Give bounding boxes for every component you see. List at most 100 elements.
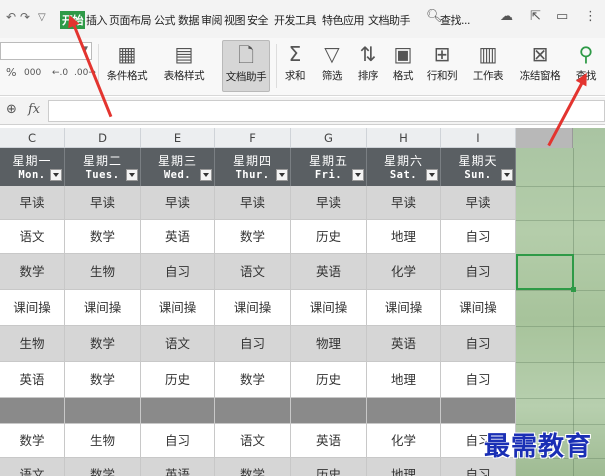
table-cell[interactable]: 课间操 — [441, 290, 516, 326]
table-cell[interactable]: 生物 — [65, 254, 141, 290]
table-cell[interactable]: 数学 — [0, 254, 65, 290]
table-cell[interactable]: 地理 — [367, 362, 441, 398]
filter-dropdown-icon[interactable] — [126, 169, 138, 181]
worksheet-button[interactable]: ▥ 工作表 — [468, 40, 508, 92]
table-cell[interactable]: 英语 — [141, 458, 215, 476]
tab-page-layout[interactable]: 页面布局 — [109, 12, 152, 28]
table-cell[interactable]: 语文 — [0, 220, 65, 254]
table-cell[interactable]: 英语 — [291, 424, 367, 458]
tab-doc-assistant[interactable]: 文档助手 — [368, 12, 411, 28]
table-cell[interactable]: 语文 — [0, 458, 65, 476]
filter-dropdown-icon[interactable] — [50, 169, 62, 181]
table-cell[interactable]: 英语 — [291, 254, 367, 290]
table-cell[interactable]: 历史 — [291, 458, 367, 476]
font-size-combobox[interactable]: ▾ — [0, 42, 92, 60]
rows-columns-button[interactable]: ⊞ 行和列 — [422, 40, 462, 92]
table-cell[interactable]: 早读 — [0, 186, 65, 220]
undo-icon[interactable]: ↶ — [6, 10, 16, 24]
table-cell[interactable]: 数学 — [215, 220, 291, 254]
table-cell[interactable]: 数学 — [215, 362, 291, 398]
filter-dropdown-icon[interactable] — [200, 169, 212, 181]
table-cell[interactable]: 课间操 — [65, 290, 141, 326]
table-cell[interactable]: 历史 — [291, 220, 367, 254]
table-cell[interactable]: 物理 — [291, 326, 367, 362]
filter-dropdown-icon[interactable] — [352, 169, 364, 181]
increase-decimal-button[interactable]: ←.0 — [52, 68, 68, 78]
table-cell[interactable]: 早读 — [215, 186, 291, 220]
table-cell[interactable]: 数学 — [65, 220, 141, 254]
table-cell[interactable]: 自习 — [215, 326, 291, 362]
tab-security[interactable]: 安全 — [247, 12, 269, 28]
table-cell[interactable] — [0, 398, 65, 424]
tab-formula[interactable]: 公式 — [154, 12, 176, 28]
table-cell[interactable]: 早读 — [291, 186, 367, 220]
filter-button[interactable]: ▽ 筛选 — [316, 40, 348, 92]
redo-icon[interactable]: ↷ — [20, 10, 30, 24]
table-cell[interactable]: 课间操 — [367, 290, 441, 326]
table-cell[interactable]: 语文 — [141, 326, 215, 362]
table-cell[interactable]: 地理 — [367, 220, 441, 254]
tab-developer[interactable]: 开发工具 — [274, 12, 317, 28]
column-header-e[interactable]: E — [141, 128, 215, 148]
tab-insert[interactable]: 插入 — [86, 12, 108, 28]
format-button[interactable]: ▣ 格式 — [388, 40, 418, 92]
column-header-c[interactable]: C — [0, 128, 65, 148]
table-cell[interactable]: 自习 — [141, 424, 215, 458]
table-cell[interactable]: 英语 — [367, 326, 441, 362]
table-cell[interactable] — [291, 398, 367, 424]
table-cell[interactable]: 英语 — [0, 362, 65, 398]
fx-icon[interactable]: fx — [28, 102, 40, 117]
table-cell[interactable]: 历史 — [291, 362, 367, 398]
tab-special[interactable]: 特色应用 — [322, 12, 365, 28]
table-cell[interactable]: 早读 — [141, 186, 215, 220]
conditional-format-button[interactable]: ▦ 条件格式 — [102, 40, 152, 92]
table-cell[interactable] — [441, 398, 516, 424]
table-cell[interactable]: 生物 — [0, 326, 65, 362]
sum-button[interactable]: Σ 求和 — [280, 40, 310, 92]
table-cell[interactable]: 生物 — [65, 424, 141, 458]
column-header-f[interactable]: F — [215, 128, 291, 148]
filter-dropdown-icon[interactable] — [276, 169, 288, 181]
sort-button[interactable]: ⇅ 排序 — [352, 40, 384, 92]
column-header-d[interactable]: D — [65, 128, 141, 148]
table-cell[interactable]: 课间操 — [0, 290, 65, 326]
table-cell[interactable]: 数学 — [0, 424, 65, 458]
tab-data[interactable]: 数据 — [178, 12, 200, 28]
table-cell[interactable]: 化学 — [367, 424, 441, 458]
table-cell[interactable]: 语文 — [215, 254, 291, 290]
column-header-j[interactable] — [516, 128, 573, 148]
table-cell[interactable]: 化学 — [367, 254, 441, 290]
cloud-sync-icon[interactable]: ☁ — [500, 9, 513, 24]
table-cell[interactable]: 数学 — [65, 326, 141, 362]
table-cell[interactable]: 数学 — [65, 362, 141, 398]
customize-chevron-icon[interactable]: ▽ — [38, 12, 46, 23]
table-cell[interactable]: 英语 — [141, 220, 215, 254]
table-cell[interactable]: 地理 — [367, 458, 441, 476]
table-cell[interactable]: 数学 — [65, 458, 141, 476]
table-cell[interactable]: 自习 — [441, 326, 516, 362]
comment-icon[interactable]: ▭ — [556, 9, 568, 24]
table-cell[interactable]: 早读 — [367, 186, 441, 220]
selected-cell[interactable] — [516, 254, 576, 292]
filter-dropdown-icon[interactable] — [501, 169, 513, 181]
column-header-g[interactable]: G — [291, 128, 367, 148]
search-button[interactable]: 查找... — [440, 12, 471, 28]
table-cell[interactable]: 早读 — [441, 186, 516, 220]
table-cell[interactable] — [65, 398, 141, 424]
percent-button[interactable]: % — [6, 66, 16, 79]
table-cell[interactable]: 课间操 — [291, 290, 367, 326]
column-header-h[interactable]: H — [367, 128, 441, 148]
table-cell[interactable]: 数学 — [215, 458, 291, 476]
formula-input[interactable] — [48, 100, 605, 122]
table-cell[interactable]: 早读 — [65, 186, 141, 220]
table-cell[interactable]: 自习 — [441, 254, 516, 290]
table-cell[interactable]: 自习 — [141, 254, 215, 290]
table-cell[interactable]: 自习 — [441, 220, 516, 254]
table-cell[interactable]: 自习 — [441, 362, 516, 398]
table-cell[interactable]: 课间操 — [141, 290, 215, 326]
table-cell[interactable]: 语文 — [215, 424, 291, 458]
filter-dropdown-icon[interactable] — [426, 169, 438, 181]
table-cell[interactable] — [367, 398, 441, 424]
tab-view[interactable]: 视图 — [224, 12, 246, 28]
table-cell[interactable] — [215, 398, 291, 424]
